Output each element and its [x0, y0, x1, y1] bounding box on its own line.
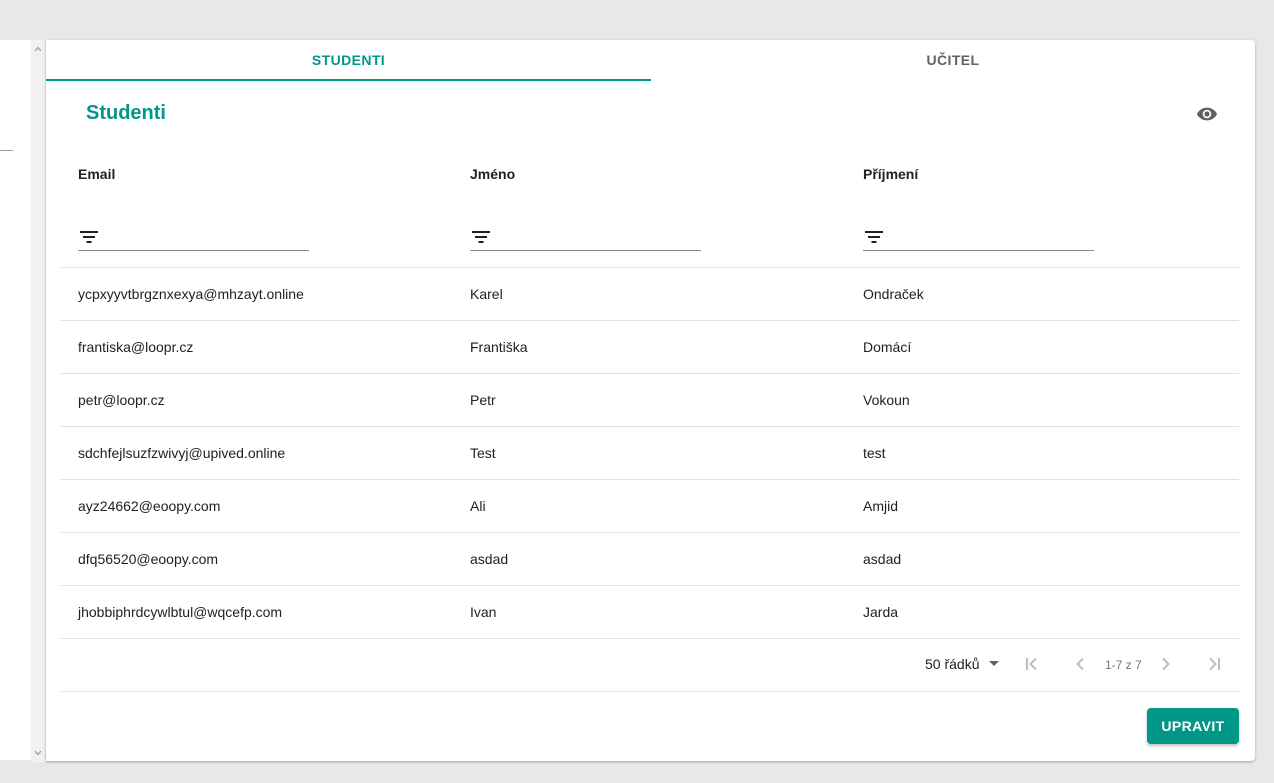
filter-icon[interactable] [863, 228, 885, 246]
email-filter-input[interactable] [106, 226, 308, 248]
scrollbar[interactable] [31, 40, 45, 762]
chevron-left-icon [1076, 657, 1084, 671]
tab-ucitel[interactable]: UČITEL [651, 40, 1255, 80]
last-name-cell: Ondraček [863, 286, 924, 302]
email-cell: dfq56520@eoopy.com [78, 551, 219, 567]
email-cell: petr@loopr.cz [78, 392, 165, 408]
last-name-cell: Domácí [863, 339, 912, 355]
column-header-last-name[interactable]: Příjmení [863, 166, 918, 182]
table-row[interactable]: ayz24662@eoopy.com Ali Amjid [61, 480, 1239, 533]
first-name-cell: Karel [470, 286, 503, 302]
last-name-cell: Vokoun [863, 392, 910, 408]
first-name-cell: Ali [470, 498, 486, 514]
first-name-cell: Františka [470, 339, 528, 355]
last-page-button[interactable] [1203, 653, 1225, 675]
first-name-cell: Test [470, 445, 496, 461]
last-name-cell: asdad [863, 551, 902, 567]
dropdown-caret-icon [989, 661, 1000, 666]
last-page-icon [1209, 657, 1220, 671]
active-tab-indicator [46, 79, 651, 81]
first-name-cell: Ivan [470, 604, 497, 620]
first-name-filter [470, 224, 701, 251]
left-panel-divider [0, 150, 13, 151]
last-name-filter [863, 224, 1094, 251]
tab-studenti[interactable]: STUDENTI [46, 40, 651, 80]
page-range: 1-7 z 7 [1105, 658, 1142, 672]
email-cell: ycpxyyvtbrgznxexya@mhzayt.online [78, 286, 304, 302]
email-cell: ayz24662@eoopy.com [78, 498, 221, 514]
pagination-bar: 50 řádků 1-7 z 7 [61, 639, 1239, 692]
table-row[interactable]: petr@loopr.cz Petr Vokoun [61, 374, 1239, 427]
email-cell: jhobbiphrdcywlbtul@wqcefp.com [78, 604, 283, 620]
last-name-filter-input[interactable] [891, 226, 1093, 248]
visibility-button[interactable] [1192, 100, 1222, 128]
table-row[interactable]: sdchfejlsuzfzwivyj@upived.online Test te… [61, 427, 1239, 480]
email-cell: frantiska@loopr.cz [78, 339, 194, 355]
next-page-button[interactable] [1155, 653, 1177, 675]
main-card: STUDENTI UČITEL Studenti Email Jméno Pří… [46, 40, 1255, 761]
first-name-filter-input[interactable] [498, 226, 700, 248]
email-cell: sdchfejlsuzfzwivyj@upived.online [78, 445, 286, 461]
first-page-icon [1026, 657, 1037, 671]
last-name-cell: Amjid [863, 498, 899, 514]
rows-per-page-select[interactable]: 50 řádků [925, 656, 1000, 672]
section-title: Studenti [86, 102, 166, 124]
email-filter [78, 224, 309, 251]
rows-per-page-label: 50 řádků [925, 656, 980, 672]
last-name-cell: Jarda [863, 604, 899, 620]
table-body: ycpxyyvtbrgznxexya@mhzayt.online Karel O… [61, 268, 1239, 639]
table-row[interactable]: frantiska@loopr.cz Františka Domácí [61, 321, 1239, 374]
edit-button[interactable]: UPRAVIT [1147, 708, 1239, 744]
filter-icon[interactable] [78, 228, 100, 246]
previous-page-button[interactable] [1069, 653, 1091, 675]
left-panel [0, 40, 31, 760]
chevron-right-icon [1162, 657, 1170, 671]
table-row[interactable]: dfq56520@eoopy.com asdad asdad [61, 533, 1239, 586]
scroll-down-arrow-icon[interactable] [31, 746, 45, 760]
last-name-cell: test [863, 445, 886, 461]
first-name-cell: asdad [470, 551, 509, 567]
scroll-up-arrow-icon[interactable] [31, 42, 45, 56]
column-header-first-name[interactable]: Jméno [470, 166, 515, 182]
column-header-email[interactable]: Email [78, 166, 115, 182]
eye-icon [1196, 107, 1218, 121]
tab-bar: STUDENTI UČITEL [46, 40, 1255, 81]
table-row[interactable]: ycpxyyvtbrgznxexya@mhzayt.online Karel O… [61, 268, 1239, 321]
first-page-button[interactable] [1021, 653, 1043, 675]
first-name-cell: Petr [470, 392, 496, 408]
table-row[interactable]: jhobbiphrdcywlbtul@wqcefp.com Ivan Jarda [61, 586, 1239, 639]
filter-icon[interactable] [470, 228, 492, 246]
